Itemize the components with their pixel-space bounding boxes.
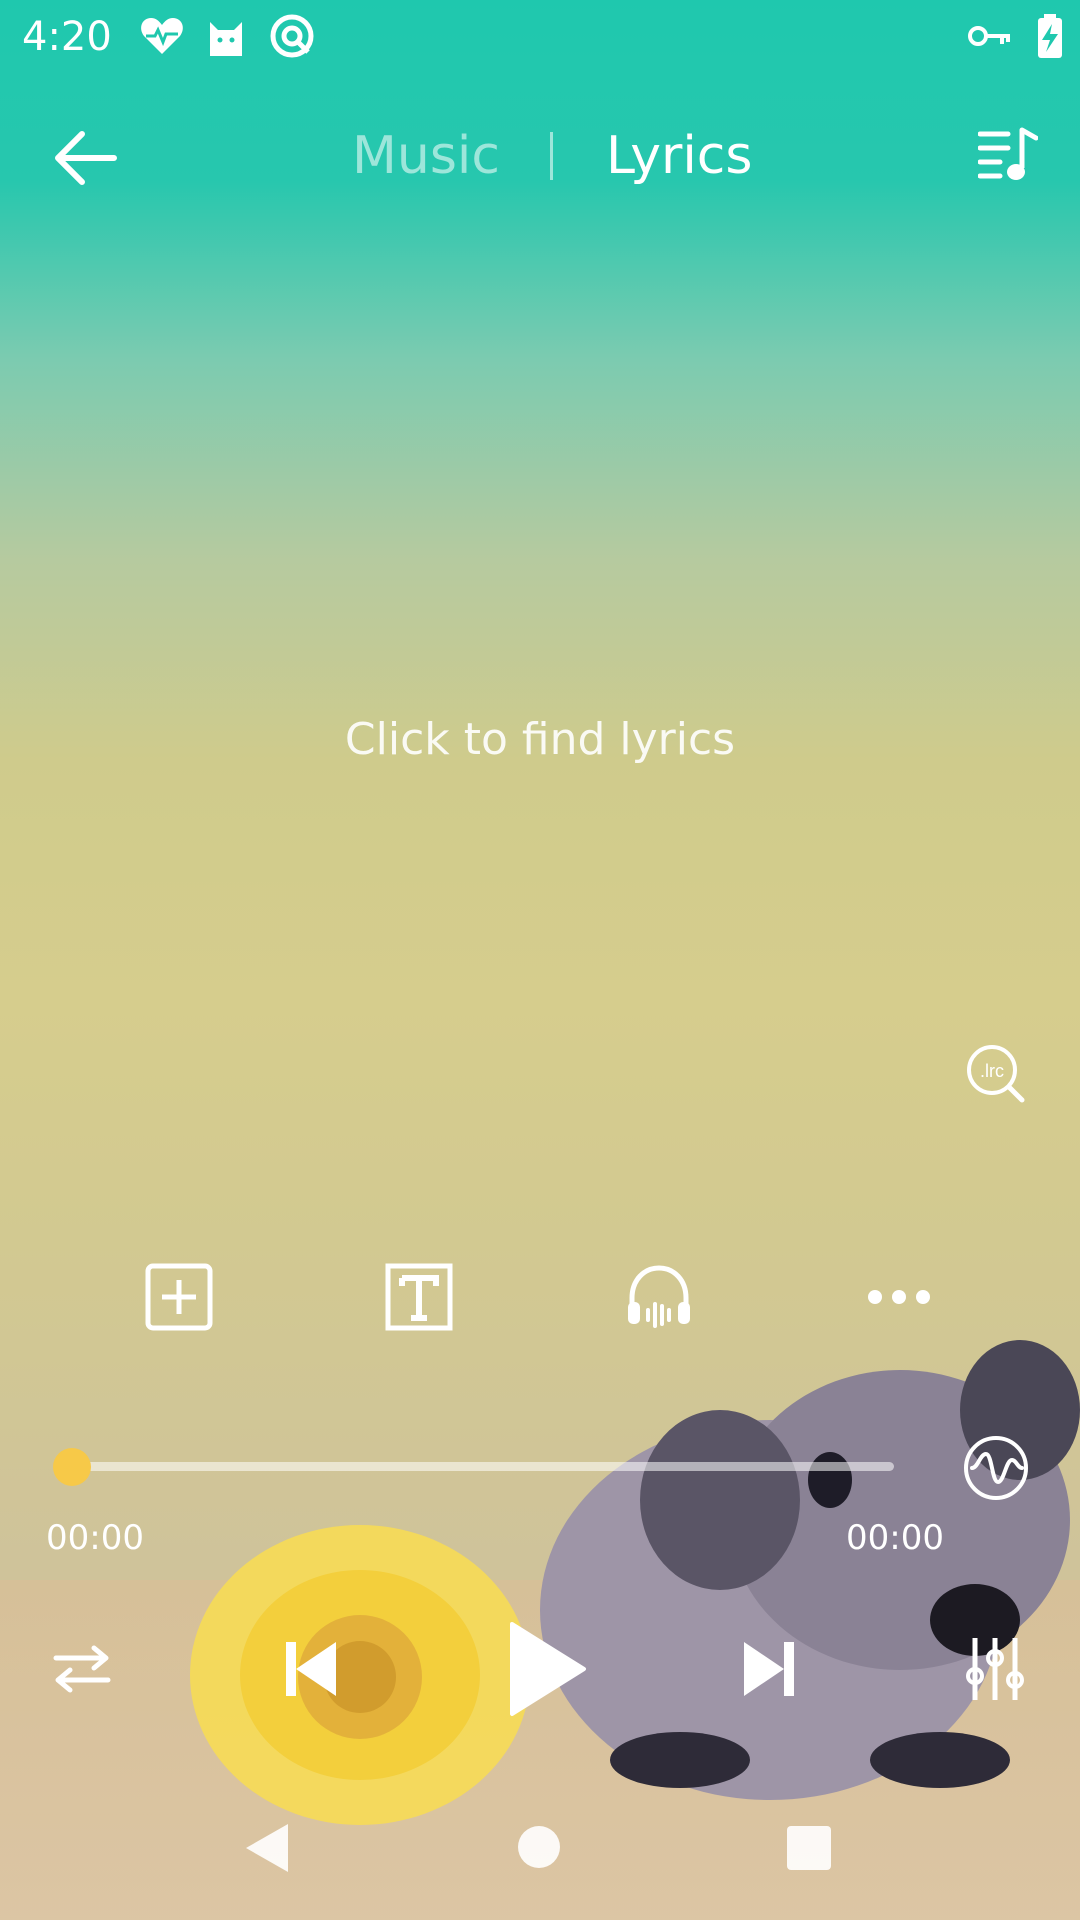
status-time: 4:20	[22, 14, 112, 60]
heart-pulse-icon	[141, 18, 183, 54]
equalizer-icon[interactable]	[966, 1636, 1024, 1702]
tab-divider	[550, 132, 553, 180]
flower-artwork	[190, 1525, 530, 1825]
key-icon	[968, 26, 1010, 46]
find-lyrics-prompt[interactable]: Click to find lyrics	[0, 714, 1080, 765]
vpn-circle-icon	[270, 14, 314, 58]
total-time: 00:00	[846, 1518, 944, 1558]
nav-back-icon[interactable]	[244, 1822, 290, 1874]
guinea-pig-artwork	[540, 1340, 1080, 1800]
tab-lyrics[interactable]: Lyrics	[606, 126, 752, 186]
play-icon[interactable]	[508, 1620, 588, 1718]
nav-recents-icon[interactable]	[787, 1826, 831, 1870]
elapsed-time: 00:00	[46, 1518, 144, 1558]
skip-previous-icon[interactable]	[284, 1640, 338, 1698]
lrc-search-icon: .lrc	[967, 1045, 1025, 1103]
headphones-wave-icon[interactable]	[624, 1262, 694, 1332]
playlist-music-icon[interactable]	[978, 126, 1038, 184]
battery-charging-icon	[1038, 14, 1062, 58]
skip-next-icon[interactable]	[742, 1640, 796, 1698]
waveform-circle-icon[interactable]	[962, 1434, 1030, 1502]
nav-home-icon[interactable]	[518, 1826, 560, 1868]
more-dots-icon[interactable]	[864, 1262, 934, 1332]
lrc-search-button[interactable]: .lrc	[964, 1042, 1026, 1104]
seek-thumb[interactable]	[53, 1448, 91, 1486]
text-box-icon[interactable]	[384, 1262, 454, 1332]
lrc-badge: .lrc	[980, 1061, 1004, 1081]
add-box-icon[interactable]	[144, 1262, 214, 1332]
arrow-left-icon[interactable]	[50, 128, 120, 188]
cat-icon	[210, 22, 242, 56]
tab-music[interactable]: Music	[352, 126, 500, 186]
seek-bar[interactable]	[72, 1462, 894, 1471]
repeat-icon[interactable]	[52, 1644, 112, 1694]
